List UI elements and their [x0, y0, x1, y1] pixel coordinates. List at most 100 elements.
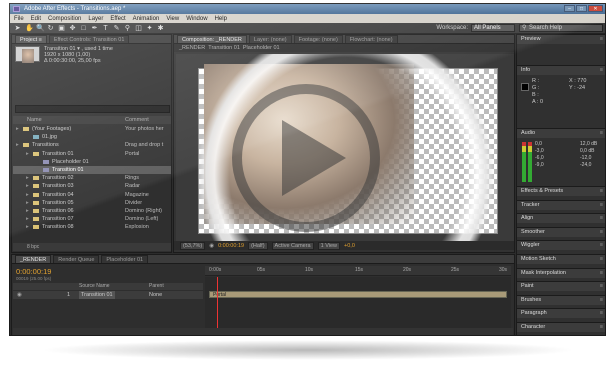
- column-parent[interactable]: Parent: [149, 283, 164, 290]
- resolution-select[interactable]: (Half): [248, 241, 268, 250]
- puppet-tool-icon[interactable]: ✱: [157, 25, 164, 32]
- panel-menu-icon[interactable]: ≡: [600, 309, 603, 318]
- maximize-button[interactable]: □: [576, 5, 587, 12]
- project-item-row[interactable]: ▸ Transition 01 Portal: [13, 150, 171, 158]
- close-button[interactable]: ✕: [588, 5, 603, 12]
- panel-menu-icon[interactable]: ≡: [600, 323, 603, 332]
- workspace-select[interactable]: All Panels: [471, 24, 515, 32]
- tab-render-comp[interactable]: _RENDER: [15, 255, 52, 263]
- pen-tool-icon[interactable]: ✒: [91, 25, 98, 32]
- expand-icon[interactable]: ▸: [26, 191, 29, 199]
- brush-tool-icon[interactable]: ✎: [113, 25, 120, 32]
- panel-menu-icon[interactable]: ≡: [600, 66, 603, 75]
- expand-icon[interactable]: ▸: [16, 125, 19, 133]
- time-ruler[interactable]: 0:00s 05s 10s 15s 20s 25s 30s: [205, 266, 511, 276]
- panel-menu-icon[interactable]: ≡: [600, 241, 603, 250]
- expand-icon[interactable]: ▸: [26, 174, 29, 182]
- project-item-row[interactable]: ▸ Transition 07 Domino (Left): [13, 215, 171, 223]
- menu-composition[interactable]: Composition: [48, 16, 81, 22]
- stamp-tool-icon[interactable]: ⚲: [124, 25, 131, 32]
- expand-icon[interactable]: ▸: [26, 199, 29, 207]
- panel-menu-icon[interactable]: ≡: [600, 214, 603, 223]
- project-item-row[interactable]: ▸ Transition 08 Explosion: [13, 223, 171, 231]
- panel-menu-icon[interactable]: ≡: [600, 255, 603, 264]
- eye-icon[interactable]: ◉: [17, 291, 22, 299]
- project-item-row[interactable]: ▸ Transition 06 Domino (Right): [13, 207, 171, 215]
- timeline-current-time[interactable]: 0:00:00:19: [16, 267, 51, 276]
- comp-nav-transition[interactable]: Transition 01: [208, 45, 240, 51]
- layer-row[interactable]: ◉ 1 Transition 01 None: [13, 291, 203, 299]
- project-item-row[interactable]: ▸ Transition 03 Radar: [13, 182, 171, 190]
- layer-parent[interactable]: None: [149, 291, 162, 299]
- panel-header[interactable]: Wiggler ≡: [517, 241, 605, 251]
- tab-flowchart[interactable]: Flowchart: (none): [344, 35, 398, 43]
- project-item-row[interactable]: ▸ (Your Footages) Your photos her: [13, 125, 171, 133]
- expand-icon[interactable]: ▸: [26, 215, 29, 223]
- panel-header[interactable]: Brushes ≡: [517, 295, 605, 305]
- menu-help[interactable]: Help: [215, 16, 227, 22]
- preview-title[interactable]: Preview: [521, 36, 541, 42]
- expand-icon[interactable]: ▸: [26, 207, 29, 215]
- panel-menu-icon[interactable]: ≡: [600, 296, 603, 305]
- expand-icon[interactable]: ▸: [26, 182, 29, 190]
- exposure-value[interactable]: +0,0: [344, 243, 355, 249]
- panel-menu-icon[interactable]: ≡: [600, 269, 603, 278]
- menu-file[interactable]: File: [14, 16, 24, 22]
- panel-menu-icon[interactable]: ≡: [600, 187, 603, 196]
- panel-header[interactable]: Effects & Presets ≡: [517, 187, 605, 196]
- expand-icon[interactable]: ▸: [26, 150, 29, 158]
- camera-select[interactable]: Active Camera: [271, 241, 314, 250]
- project-item-row[interactable]: ▸ Transition 04 Magazine: [13, 191, 171, 199]
- menu-layer[interactable]: Layer: [88, 16, 103, 22]
- column-name[interactable]: Name: [27, 116, 42, 124]
- comp-nav-placeholder[interactable]: Placeholder 01: [243, 45, 280, 51]
- tab-footage[interactable]: Footage: (none): [293, 35, 343, 43]
- menu-effect[interactable]: Effect: [110, 16, 125, 22]
- panel-menu-icon[interactable]: ≡: [600, 201, 603, 210]
- project-item-row[interactable]: ▸ Transition 05 Divider: [13, 199, 171, 207]
- panel-menu-icon[interactable]: ≡: [600, 228, 603, 237]
- tab-effect-controls[interactable]: Effect Controls: Transition 01: [48, 35, 130, 43]
- tab-composition[interactable]: Composition: _RENDER: [177, 35, 247, 43]
- layer-duration-bar[interactable]: [209, 291, 507, 298]
- project-item-row[interactable]: Placeholder 01: [13, 158, 171, 166]
- zoom-select[interactable]: (53,7%): [180, 241, 206, 250]
- panel-header[interactable]: Character ≡: [517, 323, 605, 332]
- current-time[interactable]: 0:00:00:19: [218, 243, 244, 249]
- selection-tool-icon[interactable]: ➤: [14, 25, 21, 32]
- panel-menu-icon[interactable]: ≡: [600, 129, 603, 138]
- tab-project[interactable]: Project ≡: [15, 35, 47, 43]
- menu-edit[interactable]: Edit: [31, 16, 41, 22]
- panel-header[interactable]: Align ≡: [517, 214, 605, 224]
- play-icon[interactable]: [282, 120, 346, 196]
- project-item-row[interactable]: ▸ Transitions Drag and drop t: [13, 141, 171, 149]
- playhead[interactable]: [217, 277, 218, 334]
- search-help-input[interactable]: ⚲ Search Help: [519, 24, 603, 32]
- tab-layer[interactable]: Layer: (none): [248, 35, 292, 43]
- bit-depth[interactable]: 8 bpc: [27, 244, 39, 250]
- shape-tool-icon[interactable]: □: [80, 25, 87, 32]
- tab-render-queue[interactable]: Render Queue: [53, 255, 100, 263]
- panel-header[interactable]: Mask Interpolation ≡: [517, 268, 605, 278]
- panel-header[interactable]: Paragraph ≡: [517, 309, 605, 319]
- panel-menu-icon[interactable]: ≡: [600, 282, 603, 291]
- panel-header[interactable]: Paint ≡: [517, 282, 605, 292]
- project-item-row[interactable]: Transition 01: [13, 165, 171, 175]
- project-search-input[interactable]: [15, 105, 170, 113]
- panel-menu-icon[interactable]: ≡: [600, 35, 603, 44]
- pan-behind-tool-icon[interactable]: ✥: [69, 25, 76, 32]
- menu-window[interactable]: Window: [186, 16, 207, 22]
- views-select[interactable]: 1 View: [317, 241, 341, 250]
- project-item-row[interactable]: ▸ Transition 02 Rings: [13, 174, 171, 182]
- timeline-track-area[interactable]: Portal: [205, 277, 511, 334]
- eraser-tool-icon[interactable]: ◫: [135, 25, 142, 32]
- hand-tool-icon[interactable]: ✋: [25, 25, 34, 32]
- expand-icon[interactable]: ▸: [16, 141, 19, 149]
- column-comment[interactable]: Comment: [125, 116, 149, 124]
- comp-nav-render[interactable]: _RENDER: [179, 45, 205, 51]
- column-source-name[interactable]: Source Name: [79, 283, 110, 290]
- zoom-tool-icon[interactable]: 🔍: [36, 25, 45, 32]
- tab-placeholder[interactable]: Placeholder 01: [101, 255, 149, 263]
- rotate-tool-icon[interactable]: ↻: [47, 25, 54, 32]
- project-item-row[interactable]: 01.jpg: [13, 133, 171, 141]
